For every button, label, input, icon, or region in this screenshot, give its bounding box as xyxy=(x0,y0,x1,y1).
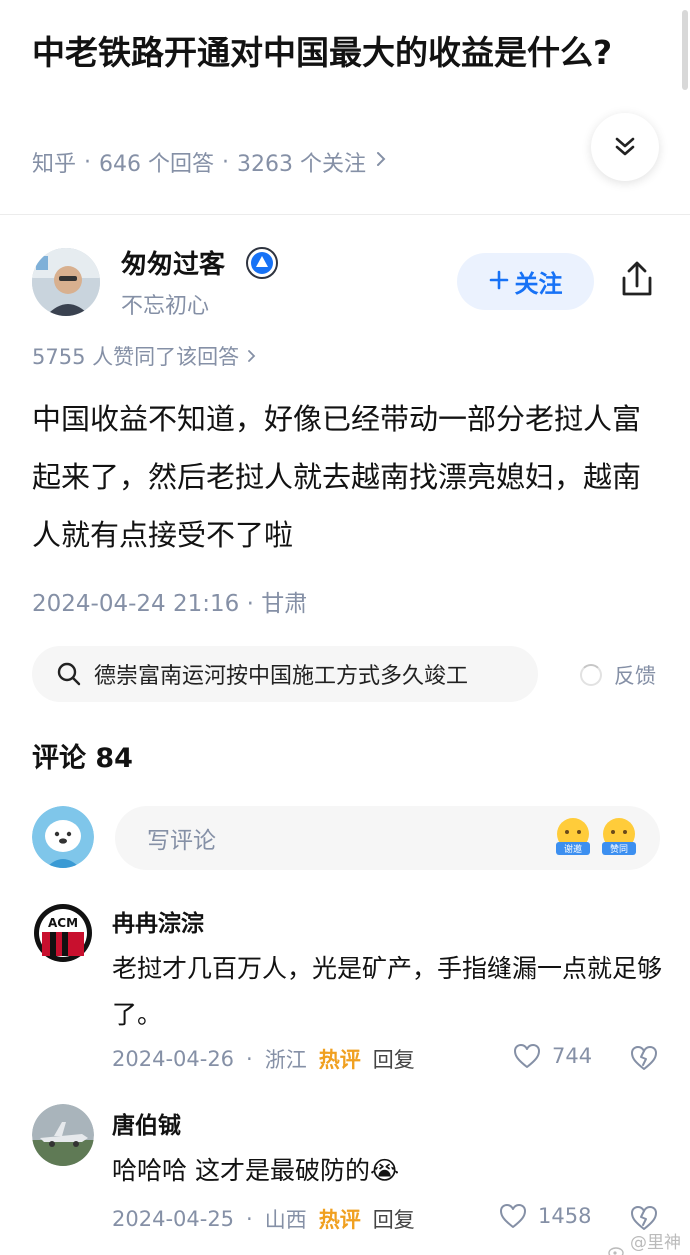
double-chevron-down-icon xyxy=(615,137,635,156)
plus-icon xyxy=(489,268,509,296)
scrollbar[interactable] xyxy=(682,10,688,90)
heart-icon xyxy=(500,1204,526,1228)
verified-badge-icon xyxy=(246,247,278,279)
author-name[interactable]: 匆匆过客 xyxy=(121,244,225,281)
commenter-avatar[interactable]: ACM xyxy=(32,902,94,964)
comment-text: 哈哈哈 这才是最破防的😭 xyxy=(112,1156,400,1185)
weibo-icon xyxy=(608,1243,626,1255)
answer-page: 中老铁路开通对中国最大的收益是什么? 知乎 · 646 个回答 · 3263 个… xyxy=(0,0,690,1255)
heart-icon xyxy=(514,1044,540,1068)
comment-placeholder: 写评论 xyxy=(147,828,216,854)
related-search-pill[interactable]: 德崇富南运河按中国施工方式多久竣工 xyxy=(32,646,538,702)
comment-text: 老挝才几百万人，光是矿产，手指缝漏一点就足够了。 xyxy=(112,954,663,1029)
like-count: 1458 xyxy=(538,1204,592,1228)
question-source: 知乎 xyxy=(32,152,77,177)
meta-separator: · xyxy=(246,1047,253,1071)
emoji-label: 谢邀 xyxy=(564,843,582,855)
share-button[interactable] xyxy=(615,258,659,302)
collapse-button[interactable] xyxy=(591,113,659,181)
chevron-right-icon xyxy=(246,345,258,369)
meta-separator: · xyxy=(246,1207,253,1231)
comments-heading: 评论 84 xyxy=(32,743,133,774)
commenter-name[interactable]: 唐伯铖 xyxy=(112,1106,181,1140)
reply-button[interactable]: 回复 xyxy=(373,1044,415,1074)
current-user-avatar[interactable] xyxy=(32,806,94,868)
watermark: @里神裘 xyxy=(608,1228,690,1255)
upvote-count: 5755 人赞同了该回答 xyxy=(32,345,240,369)
commenter-name[interactable]: 冉冉淙淙 xyxy=(112,904,204,938)
meta-separator: · xyxy=(222,149,230,175)
commenter-avatar[interactable] xyxy=(32,1104,94,1166)
meta-separator: · xyxy=(84,149,92,175)
section-divider xyxy=(0,214,690,215)
comment-meta: 2024-04-26 · 浙江 热评 回复 xyxy=(112,1044,415,1074)
question-meta[interactable]: 知乎 · 646 个回答 · 3263 个关注 xyxy=(32,146,388,178)
question-title[interactable]: 中老铁路开通对中国最大的收益是什么? xyxy=(32,26,632,80)
feedback-label: 反馈 xyxy=(614,664,656,688)
feedback-button[interactable]: 反馈 xyxy=(580,660,656,690)
loading-spinner-icon xyxy=(580,664,602,686)
hot-comment-badge: 热评 xyxy=(318,1048,361,1072)
emoji-label: 赞同 xyxy=(610,843,628,855)
comment-date: 2024-04-26 xyxy=(112,1047,235,1071)
answer-count: 646 个回答 xyxy=(99,152,215,177)
comment-location: 浙江 xyxy=(264,1048,307,1072)
answer-timestamp: 2024-04-24 21:16 · 甘肃 xyxy=(32,591,308,617)
like-button[interactable]: 1458 xyxy=(498,1202,591,1230)
reply-button[interactable]: 回复 xyxy=(373,1204,415,1234)
dislike-button[interactable] xyxy=(628,1042,660,1074)
watermark-text: @里神裘 xyxy=(630,1233,681,1253)
author-bio: 不忘初心 xyxy=(121,294,210,319)
follow-count: 3263 个关注 xyxy=(237,152,366,177)
emoji-thanks-invite[interactable]: 谢邀 xyxy=(552,816,594,858)
follow-button[interactable]: 关注 xyxy=(457,253,594,310)
chevron-right-icon xyxy=(374,149,388,175)
author-avatar[interactable] xyxy=(32,248,100,316)
share-icon xyxy=(622,261,652,296)
comment-meta: 2024-04-25 · 山西 热评 回复 xyxy=(112,1204,415,1234)
answer-content: 中国收益不知道，好像已经带动一部分老挝人富起来了，然后老挝人就去越南找漂亮媳妇，… xyxy=(32,402,642,552)
upvote-summary[interactable]: 5755 人赞同了该回答 xyxy=(32,341,258,371)
like-button[interactable]: 744 xyxy=(512,1042,592,1070)
comment-date: 2024-04-25 xyxy=(112,1207,235,1231)
comment-location: 山西 xyxy=(264,1208,307,1232)
hot-comment-badge: 热评 xyxy=(318,1208,361,1232)
broken-heart-icon xyxy=(631,1046,657,1070)
follow-label: 关注 xyxy=(514,270,563,298)
search-icon xyxy=(57,662,81,686)
svg-text:ACM: ACM xyxy=(48,916,78,930)
like-count: 744 xyxy=(552,1044,593,1068)
related-search-text: 德崇富南运河按中国施工方式多久竣工 xyxy=(94,664,469,689)
emoji-agree[interactable]: 赞同 xyxy=(598,816,640,858)
